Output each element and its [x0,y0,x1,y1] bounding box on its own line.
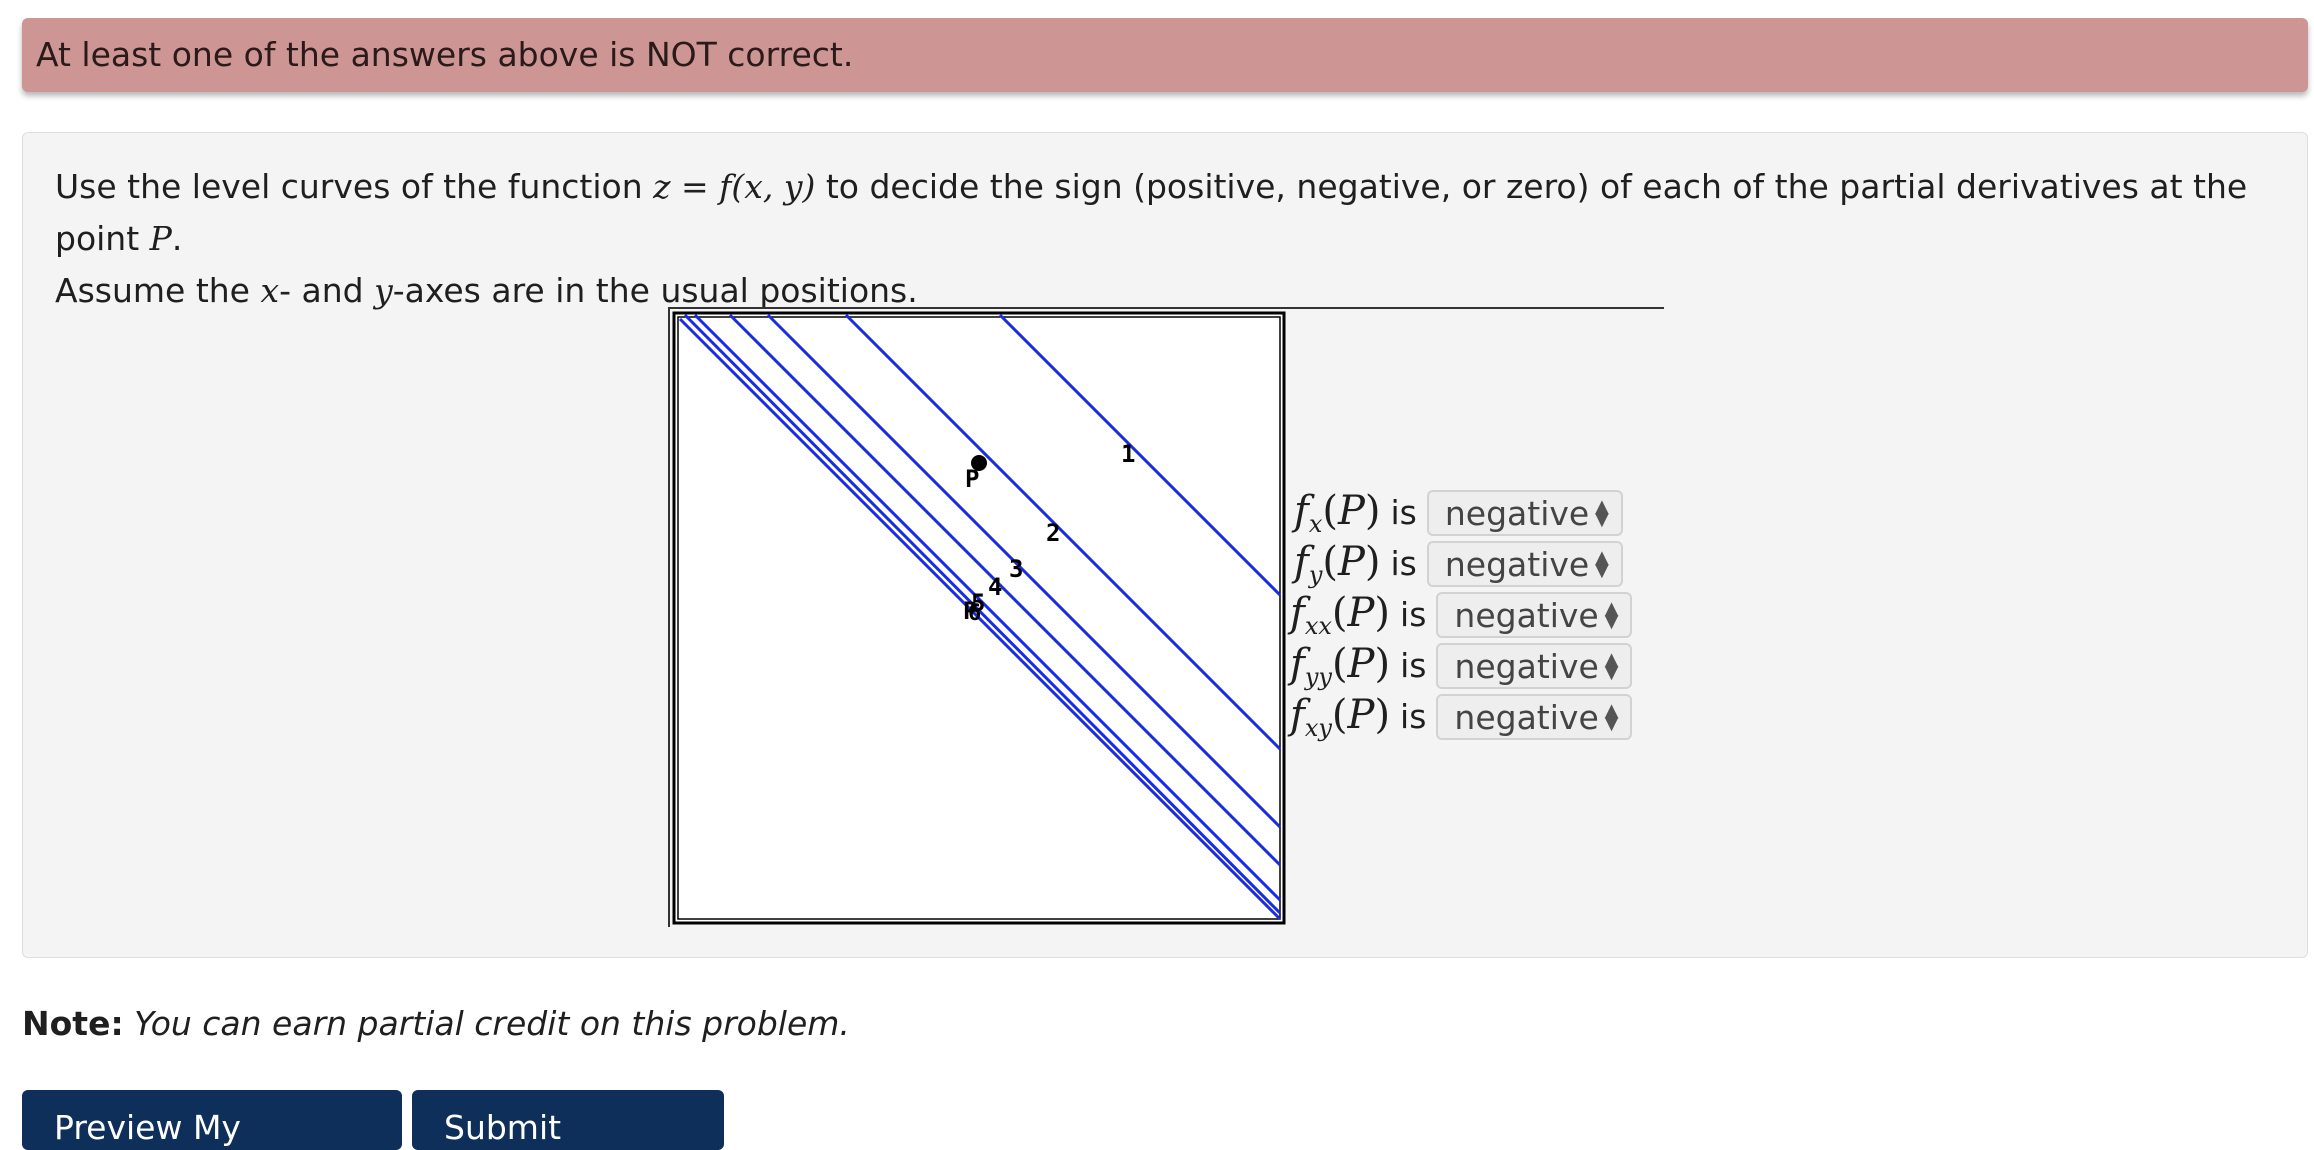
fxx-select[interactable]: negative ▲ ▼ [1436,592,1633,638]
fxy-select-value: negative [1454,697,1599,737]
problem-text: - and [279,271,375,310]
select-arrows-icon: ▲ ▼ [1595,547,1609,581]
answer-label-fx: fx(P) is [1294,488,1417,538]
problem-statement: Use the level curves of the function z =… [55,161,2295,317]
fx-select-value: negative [1444,493,1590,533]
answer-label-fxy: fxy(P) is [1290,692,1427,742]
alert-text: At least one of the answers above is NOT… [36,35,854,74]
answer-row-fyy: fyy(P) is negative ▲ ▼ [1290,641,1633,691]
math-x: x [260,271,280,310]
error-alert: At least one of the answers above is NOT… [22,18,2308,92]
point-p-label: P [965,465,979,493]
fxy-select[interactable]: negative ▲ ▼ [1436,694,1633,740]
fyy-select-value: negative [1454,646,1599,686]
problem-text: -axes are in the usual positions. [392,271,918,310]
problem-text: . [171,219,183,258]
submit-answers-button[interactable]: Submit Answers [412,1090,724,1150]
problem-text: Use the level curves of the function [55,167,654,206]
select-arrows-icon: ▲ ▼ [1595,496,1609,530]
answer-label-fyy: fyy(P) is [1290,641,1427,691]
problem-text: Assume the [55,271,261,310]
answer-row-fy: fy(P) is negative ▲ ▼ [1294,539,1623,589]
figure-table: P P 1 2 3 4 5 6 fx(P) is negative ▲ ▼ fy(P)… [668,307,1666,929]
fy-select-value: negative [1444,544,1590,584]
answer-row-fxx: fxx(P) is negative ▲ ▼ [1290,590,1633,640]
curve-label-1: 1 [1121,440,1135,468]
curve-label-2: 2 [1046,519,1060,547]
curve-label-4: 4 [988,573,1002,601]
math-y: y [374,271,393,310]
math-point: P [149,219,172,258]
curve-label-3: 3 [1009,555,1023,583]
fx-select[interactable]: negative ▲ ▼ [1426,490,1623,536]
fy-select[interactable]: negative ▲ ▼ [1426,541,1623,587]
preview-answers-button[interactable]: Preview My Answers [22,1090,402,1150]
note-text: You can earn partial credit on this prob… [134,1004,850,1043]
problem-panel: Use the level curves of the function z =… [22,132,2308,958]
curve-label-6: 6 [968,601,981,626]
fxx-select-value: negative [1454,595,1599,635]
math-function: z = f(x, y) [653,167,816,206]
note: Note: You can earn partial credit on thi… [22,1004,850,1043]
answer-label-fy: fy(P) is [1294,539,1417,589]
answer-row-fx: fx(P) is negative ▲ ▼ [1294,488,1623,538]
answer-label-fxx: fxx(P) is [1290,590,1427,640]
select-arrows-icon: ▲ ▼ [1604,598,1619,632]
fyy-select[interactable]: negative ▲ ▼ [1436,643,1633,689]
select-arrows-icon: ▲ ▼ [1604,700,1619,734]
select-arrows-icon: ▲ ▼ [1604,649,1619,683]
answer-row-fxy: fxy(P) is negative ▲ ▼ [1290,692,1633,742]
note-label: Note: [22,1004,124,1043]
